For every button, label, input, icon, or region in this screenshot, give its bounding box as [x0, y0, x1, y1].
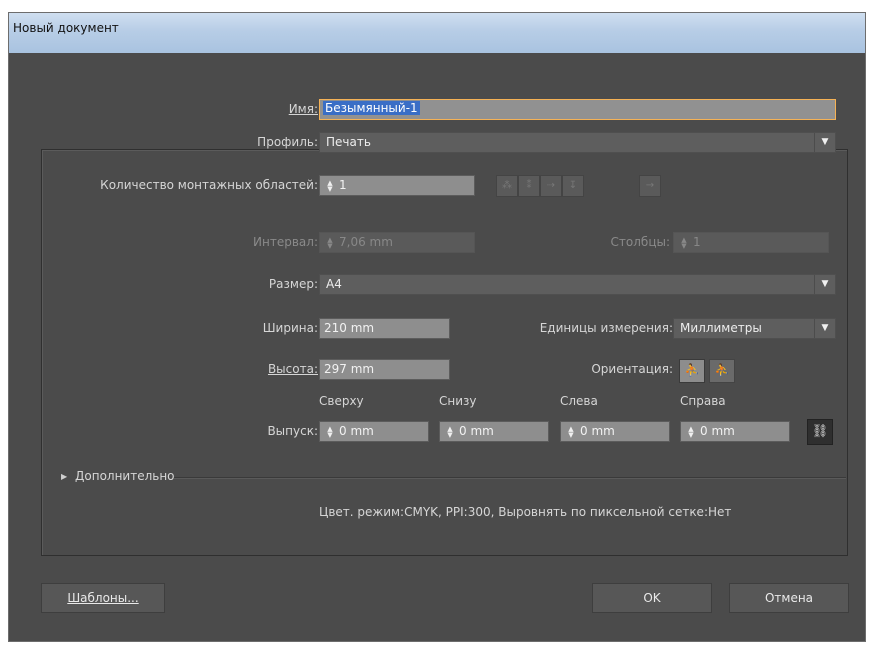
- new-document-dialog: Новый документ Имя: Безымянный-1 Профиль…: [8, 12, 866, 642]
- size-label: Размер:: [268, 277, 318, 291]
- arrow-right-icon[interactable]: →: [639, 175, 661, 197]
- chevron-down-icon[interactable]: ▼: [814, 319, 835, 338]
- ok-button[interactable]: OK: [592, 583, 712, 613]
- width-input[interactable]: 210 mm: [319, 318, 450, 339]
- units-label: Единицы измерения:: [539, 321, 673, 335]
- spinner-icon[interactable]: ▲ ▼: [324, 236, 336, 249]
- chevron-down-icon[interactable]: ▼: [814, 275, 835, 294]
- profile-label: Профиль:: [251, 135, 318, 149]
- columns-label: Столбцы:: [610, 235, 670, 249]
- artboards-input[interactable]: ▲ ▼ 1: [319, 175, 475, 196]
- templates-button[interactable]: Шаблоны...: [41, 583, 165, 613]
- name-label: Имя:: [288, 102, 318, 116]
- landscape-icon[interactable]: ⛹: [709, 359, 735, 383]
- height-label: Высота:: [267, 362, 318, 376]
- height-input[interactable]: 297 mm: [319, 359, 450, 380]
- grid-by-column-icon[interactable]: ⁑: [518, 175, 540, 197]
- artboards-label: Количество монтажных областей:: [100, 178, 318, 192]
- name-input[interactable]: Безымянный-1: [319, 99, 836, 120]
- link-icon[interactable]: ⛓: [807, 419, 833, 445]
- document-summary: Цвет. режим:CMYK, PPI:300, Выровнять по …: [319, 505, 732, 519]
- width-label: Ширина:: [262, 321, 318, 335]
- spinner-icon[interactable]: ▲ ▼: [565, 425, 577, 438]
- dialog-body: Имя: Безымянный-1 Профиль: Печать ▼ Коли…: [9, 53, 865, 641]
- spacing-input[interactable]: ▲ ▼ 7,06 mm: [319, 232, 475, 253]
- grid-by-row-icon[interactable]: ⁂: [496, 175, 518, 197]
- spinner-icon[interactable]: ▲ ▼: [685, 425, 697, 438]
- title-bar[interactable]: Новый документ: [9, 13, 865, 53]
- spinner-icon[interactable]: ▲ ▼: [324, 179, 336, 192]
- size-value: A4: [326, 277, 342, 291]
- bleed-label: Выпуск:: [267, 424, 318, 438]
- advanced-toggle[interactable]: Дополнительно: [75, 469, 175, 483]
- bleed-left-label: Слева: [560, 394, 598, 408]
- units-value: Миллиметры: [680, 321, 762, 335]
- spinner-icon[interactable]: ▲ ▼: [444, 425, 456, 438]
- bleed-right-label: Справа: [680, 394, 726, 408]
- bleed-bottom-label: Снизу: [439, 394, 477, 408]
- expand-triangle-icon[interactable]: ▶: [61, 472, 67, 481]
- profile-dropdown[interactable]: Печать ▼: [319, 132, 836, 153]
- spinner-icon[interactable]: ▲ ▼: [678, 236, 690, 249]
- arrange-by-column-icon[interactable]: ↧: [562, 175, 584, 197]
- orientation-label: Ориентация:: [591, 362, 673, 376]
- bleed-top-label: Сверху: [319, 394, 364, 408]
- advanced-divider: [174, 477, 846, 478]
- spacing-label: Интервал:: [253, 235, 318, 249]
- units-dropdown[interactable]: Миллиметры ▼: [673, 318, 836, 339]
- chevron-down-icon[interactable]: ▼: [814, 133, 835, 152]
- bleed-left-input[interactable]: ▲ ▼ 0 mm: [560, 421, 670, 442]
- bleed-right-input[interactable]: ▲ ▼ 0 mm: [680, 421, 790, 442]
- portrait-icon[interactable]: ⛹: [679, 359, 705, 383]
- cancel-button[interactable]: Отмена: [729, 583, 849, 613]
- profile-value: Печать: [326, 135, 371, 149]
- bleed-top-input[interactable]: ▲ ▼ 0 mm: [319, 421, 429, 442]
- profile-group-box: [41, 149, 848, 556]
- spinner-icon[interactable]: ▲ ▼: [324, 425, 336, 438]
- bleed-bottom-input[interactable]: ▲ ▼ 0 mm: [439, 421, 549, 442]
- size-dropdown[interactable]: A4 ▼: [319, 274, 836, 295]
- arrange-by-row-icon[interactable]: ⇢: [540, 175, 562, 197]
- window-title: Новый документ: [13, 21, 119, 35]
- columns-input[interactable]: ▲ ▼ 1: [673, 232, 829, 253]
